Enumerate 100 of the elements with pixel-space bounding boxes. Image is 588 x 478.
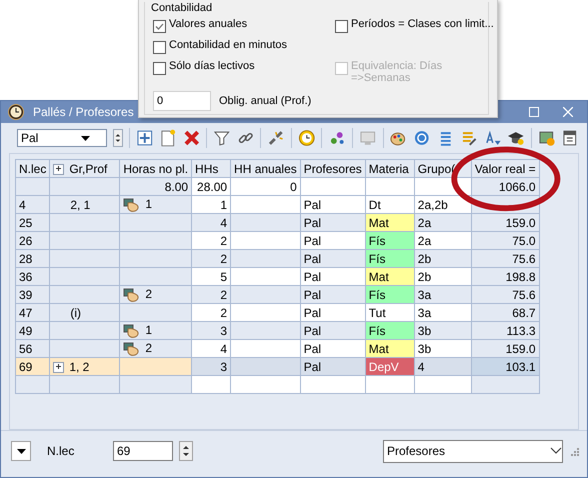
- view-combo[interactable]: Profesores: [383, 440, 563, 462]
- table-row[interactable]: 36 5 Pal Mat 2b 198.8: [16, 268, 540, 286]
- table-cell: 75.0: [471, 232, 540, 250]
- clock-icon: [7, 103, 25, 121]
- lesson-number-field[interactable]: 69: [113, 441, 173, 461]
- table-cell: 1: [192, 196, 231, 214]
- window-title: Pallés / Profesores: [33, 105, 135, 119]
- teacher-combo[interactable]: Pal: [17, 129, 107, 147]
- table-row[interactable]: 39 2 2 Pal Fís 3a 75.6: [16, 286, 540, 304]
- table-cell: Fís: [365, 250, 414, 268]
- report-icon[interactable]: [538, 129, 556, 147]
- column-header[interactable]: Valor real =: [471, 160, 540, 178]
- table-cell: Fís: [365, 286, 414, 304]
- table-cell: 75.6: [471, 286, 540, 304]
- table-row[interactable]: 56 2 4 Pal Mat 3b 159.0: [16, 340, 540, 358]
- field-label: N.lec: [47, 444, 76, 458]
- table-cell: 36: [16, 268, 50, 286]
- input-field[interactable]: 0: [153, 91, 211, 111]
- table-cell: DepV: [365, 358, 414, 376]
- table-cell: 26: [16, 232, 50, 250]
- table-cell: (i): [50, 304, 120, 322]
- table-row[interactable]: 47 (i) 2 Pal Tut 3a 68.7: [16, 304, 540, 322]
- table-cell: 75.6: [471, 250, 540, 268]
- total-cell: 8.00: [120, 178, 192, 196]
- column-header[interactable]: N.lec: [16, 160, 50, 178]
- chevron-icon: [550, 447, 562, 455]
- table-cell: Pal: [300, 250, 366, 268]
- checkbox-label: Períodos = Clases con limit...: [351, 18, 494, 30]
- table-cell: 2: [192, 286, 231, 304]
- table-cell: 3: [192, 358, 231, 376]
- table-cell: 1: [120, 322, 192, 340]
- spin-button[interactable]: [112, 129, 123, 147]
- clock-icon[interactable]: [298, 129, 316, 147]
- table-cell: 4: [192, 214, 231, 232]
- table-cell: 4: [414, 358, 472, 376]
- total-cell: 0: [230, 178, 300, 196]
- table-cell: 49: [16, 322, 50, 340]
- checkbox[interactable]: [153, 62, 166, 75]
- column-header[interactable]: Materia: [365, 160, 414, 178]
- column-header[interactable]: Horas no pl.: [120, 160, 192, 178]
- molecule-icon[interactable]: [328, 129, 346, 147]
- table-cell: 2: [120, 286, 192, 304]
- delete-icon[interactable]: [182, 129, 200, 147]
- table-cell: 198.8: [471, 268, 540, 286]
- column-header[interactable]: Profesores: [300, 160, 366, 178]
- filter-icon[interactable]: [213, 129, 231, 147]
- expand-icon[interactable]: [53, 164, 64, 175]
- total-cell: 1066.0: [471, 178, 540, 196]
- expand-icon[interactable]: [53, 362, 64, 373]
- column-header[interactable]: HH anuales: [230, 160, 300, 178]
- table-cell: 159.0: [471, 340, 540, 358]
- table-cell: 113.3: [471, 322, 540, 340]
- checkbox-label: Contabilidad en minutos: [169, 39, 288, 51]
- table-cell: 2a: [414, 232, 472, 250]
- table-row[interactable]: 49 1 3 Pal Fís 3b 113.3: [16, 322, 540, 340]
- table-cell: 3b: [414, 322, 472, 340]
- caret-icon: [80, 136, 90, 140]
- table-cell: Pal: [300, 304, 366, 322]
- table-cell: 47: [16, 304, 50, 322]
- table-move-icon[interactable]: [136, 129, 154, 147]
- table-cell: Pal: [300, 340, 366, 358]
- column-header[interactable]: HHs: [192, 160, 231, 178]
- spin-button[interactable]: [179, 441, 193, 461]
- table-cell: Tut: [365, 304, 414, 322]
- table-row[interactable]: 25 4 Pal Mat 2a 159.0: [16, 214, 540, 232]
- checkbox[interactable]: [335, 20, 348, 33]
- table-cell: 39: [16, 286, 50, 304]
- table-cell: Pal: [300, 196, 366, 214]
- table-row[interactable]: 69 1, 2 3 Pal DepV 4 103.1: [16, 358, 540, 376]
- table-cell: Dt: [365, 196, 414, 214]
- table-cell: 159.0: [471, 214, 540, 232]
- table-cell: 2b: [414, 268, 472, 286]
- checkbox-label: Sólo días lectivos: [169, 60, 255, 72]
- checkbox[interactable]: [153, 20, 166, 33]
- dropdown-button[interactable]: [11, 441, 31, 461]
- sort-icon[interactable]: [484, 129, 502, 147]
- checkbox[interactable]: [153, 41, 166, 54]
- column-header[interactable]: Gr,Prof: [50, 160, 120, 178]
- table-row[interactable]: 26 2 Pal Fís 2a 75.0: [16, 232, 540, 250]
- table-cell: 2: [192, 250, 231, 268]
- table-cell: 2: [192, 232, 231, 250]
- table-cell: 2b: [414, 250, 472, 268]
- table-cell: Fís: [365, 232, 414, 250]
- table-cell: Pal: [300, 322, 366, 340]
- table-cell: 68.7: [471, 304, 540, 322]
- close-icon: [563, 107, 573, 117]
- calendar-icon[interactable]: [561, 129, 579, 147]
- table-cell: Mat: [365, 268, 414, 286]
- table-cell: Pal: [300, 286, 366, 304]
- checkbox-label: Valores anuales: [169, 18, 248, 30]
- caret-icon: [16, 448, 26, 454]
- table-cell: 56: [16, 340, 50, 358]
- new-document-icon[interactable]: [159, 129, 177, 147]
- graduation-cap-icon[interactable]: [507, 129, 525, 147]
- table-row[interactable]: 28 2 Pal Fís 2b 75.6: [16, 250, 540, 268]
- table-cell: 3a: [414, 304, 472, 322]
- table-row[interactable]: 4 2, 1 1 1 Pal Dt 2a,2b: [16, 196, 540, 214]
- list-edit-icon[interactable]: [460, 129, 478, 147]
- broken-link-icon[interactable]: [267, 129, 285, 147]
- group-title: Contabilidad: [149, 2, 214, 14]
